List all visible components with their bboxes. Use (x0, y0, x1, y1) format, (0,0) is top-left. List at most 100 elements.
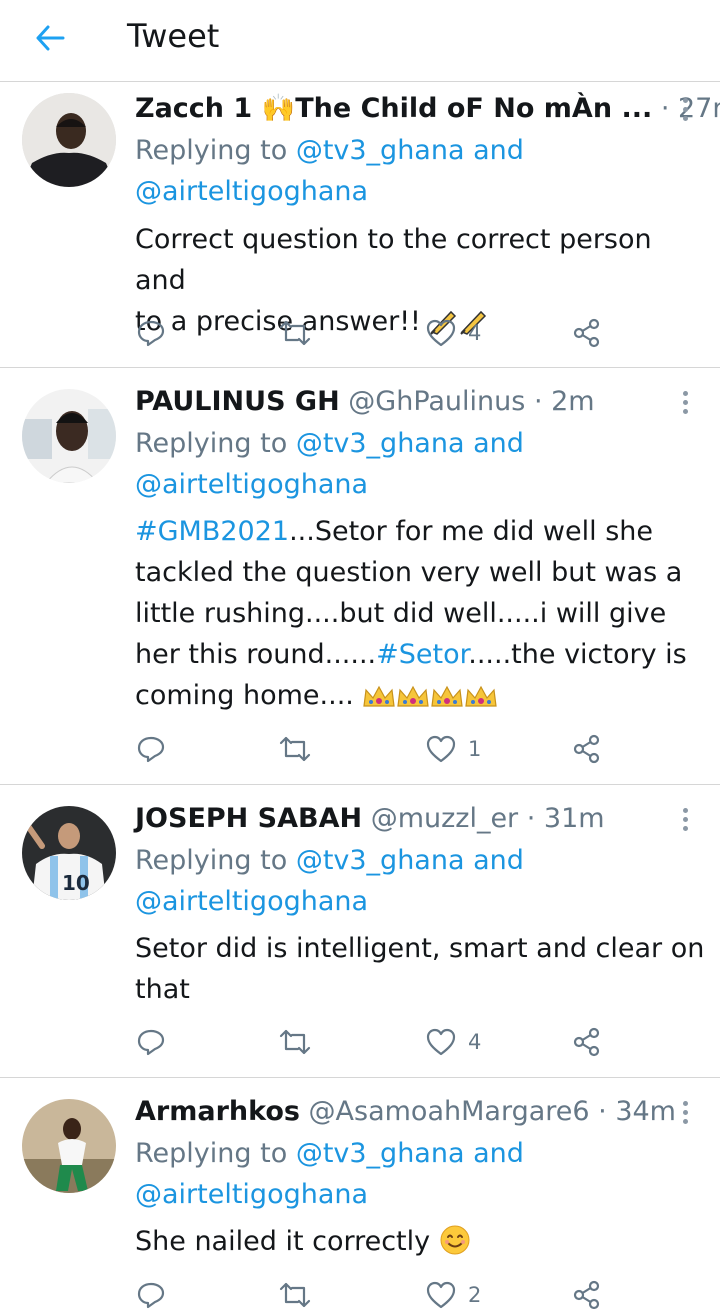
reply-button[interactable] (136, 1022, 166, 1062)
display-name[interactable]: PAULINUS GH (135, 386, 340, 417)
replying-prefix: Replying to (135, 845, 288, 876)
tweet-text-segment: .....the victory is (468, 639, 687, 670)
share-icon (573, 1280, 600, 1309)
tweet-header: Zacch 1 🙌The Child oF No mÀn ... · 27m (135, 89, 720, 129)
more-icon[interactable] (673, 89, 697, 129)
tweet-text-segment: coming home.... (135, 680, 354, 711)
timestamp: · 31m (526, 803, 605, 834)
like-count: 4 (468, 321, 482, 345)
display-name[interactable]: Zacch 1 🙌The Child oF No mÀn ... (135, 93, 652, 124)
retweet-icon (279, 320, 311, 346)
display-name[interactable]: Armarhkos (135, 1096, 300, 1127)
tweet-text: Setor did is intelligent, smart and clea… (135, 928, 705, 1010)
reply-mention-link[interactable]: @airteltigoghana (135, 465, 700, 505)
user-handle[interactable]: @GhPaulinus (348, 386, 525, 417)
like-icon (426, 1028, 456, 1056)
reply-mention-link[interactable]: @tv3_ghana and (296, 1138, 524, 1169)
display-name[interactable]: JOSEPH SABAH (135, 803, 362, 834)
replying-prefix: Replying to (135, 1138, 288, 1169)
reply-mention-link[interactable]: @tv3_ghana and (296, 428, 524, 459)
share-icon (573, 318, 600, 348)
reply-mention-link[interactable]: @tv3_ghana and (296, 845, 524, 876)
share-icon (573, 734, 600, 764)
top-bar: Tweet (0, 0, 720, 82)
tweet-text-line: #GMB2021...Setor for me did well she (135, 511, 705, 552)
tweet-header: Armarhkos @AsamoahMargare6 · 34m (135, 1092, 700, 1132)
avatar[interactable]: 10 (22, 806, 116, 900)
avatar[interactable] (22, 1099, 116, 1193)
replying-to: Replying to @tv3_ghana and (135, 131, 700, 171)
reply-button[interactable] (136, 729, 166, 769)
tweet-text-line: coming home.... (135, 675, 705, 722)
reply-icon (137, 1029, 165, 1056)
reply-button[interactable] (136, 1275, 166, 1309)
more-icon[interactable] (673, 382, 697, 422)
reply-mention-link[interactable]: @tv3_ghana and (296, 135, 524, 166)
like-button[interactable]: 1 (426, 729, 481, 769)
crown-icon (430, 681, 464, 722)
crown-icon (464, 681, 498, 722)
like-button[interactable]: 2 (426, 1275, 481, 1309)
like-count: 4 (468, 1030, 482, 1054)
retweet-button[interactable] (278, 1022, 312, 1062)
more-icon[interactable] (673, 799, 697, 839)
reply-mention-link[interactable]: @airteltigoghana (135, 882, 700, 922)
user-handle[interactable]: @AsamoahMargare6 (309, 1096, 590, 1127)
tweet-text-line: that (135, 974, 190, 1005)
avatar[interactable] (22, 93, 116, 187)
tweet-text-segment: her this round...... (135, 639, 377, 670)
reply-icon (137, 736, 165, 763)
like-button[interactable]: 4 (426, 1022, 481, 1062)
avatar[interactable] (22, 389, 116, 483)
hashtag-link[interactable]: #GMB2021 (135, 516, 289, 547)
tweet-header: JOSEPH SABAH @muzzl_er · 31m (135, 799, 700, 839)
like-button[interactable]: 4 (426, 313, 481, 353)
svg-text:10: 10 (62, 871, 90, 895)
replying-to: Replying to @tv3_ghana and (135, 841, 700, 881)
user-handle[interactable]: @muzzl_er (371, 803, 518, 834)
back-arrow-icon[interactable] (30, 18, 70, 58)
share-icon (573, 1027, 600, 1057)
share-button[interactable] (572, 729, 602, 769)
crown-icon (396, 681, 430, 722)
share-button[interactable] (572, 313, 602, 353)
tweet-text: She nailed it correctly (135, 1221, 705, 1268)
like-icon (426, 1281, 456, 1309)
retweet-icon (279, 1029, 311, 1055)
tweet-text-line: Setor did is intelligent, smart and clea… (135, 933, 705, 964)
retweet-button[interactable] (278, 729, 312, 769)
replying-prefix: Replying to (135, 135, 288, 166)
tweet-item[interactable]: 10 JOSEPH SABAH @muzzl_er · 31m Replying… (0, 786, 720, 1078)
reply-button[interactable] (136, 313, 166, 353)
tweet-item[interactable]: PAULINUS GH @GhPaulinus · 2m Replying to… (0, 369, 720, 785)
timestamp: · 2m (533, 386, 595, 417)
retweet-button[interactable] (278, 1275, 312, 1309)
like-icon (426, 735, 456, 763)
hashtag-link[interactable]: #Setor (376, 639, 468, 670)
tweet-actions: 4 (0, 313, 720, 353)
reply-icon (137, 1282, 165, 1309)
retweet-button[interactable] (278, 313, 312, 353)
share-button[interactable] (572, 1275, 602, 1309)
tweet-item[interactable]: Armarhkos @AsamoahMargare6 · 34m Replyin… (0, 1079, 720, 1309)
replying-to: Replying to @tv3_ghana and (135, 424, 700, 464)
like-icon (426, 319, 456, 347)
tweet-actions: 1 (0, 729, 720, 769)
tweet-text-line: tackled the question very well but was a (135, 557, 683, 588)
share-button[interactable] (572, 1022, 602, 1062)
tweet-actions: 4 (0, 1022, 720, 1062)
tweet-text-segment: She nailed it correctly (135, 1226, 431, 1257)
more-icon[interactable] (673, 1092, 697, 1132)
reply-icon (137, 320, 165, 347)
like-count: 1 (468, 737, 482, 761)
tweet-item[interactable]: Zacch 1 🙌The Child oF No mÀn ... · 27m R… (0, 83, 720, 368)
tweet-header: PAULINUS GH @GhPaulinus · 2m (135, 382, 700, 422)
timestamp: · 34m (598, 1096, 676, 1127)
tweet-text-line: She nailed it correctly (135, 1221, 705, 1268)
reply-mention-link[interactable]: @airteltigoghana (135, 1175, 700, 1215)
crown-icon (362, 681, 396, 722)
retweet-icon (279, 1282, 311, 1308)
tweet-text-segment: ...Setor for me did well she (289, 516, 653, 547)
like-count: 2 (468, 1283, 482, 1307)
reply-mention-link[interactable]: @airteltigoghana (135, 172, 700, 212)
